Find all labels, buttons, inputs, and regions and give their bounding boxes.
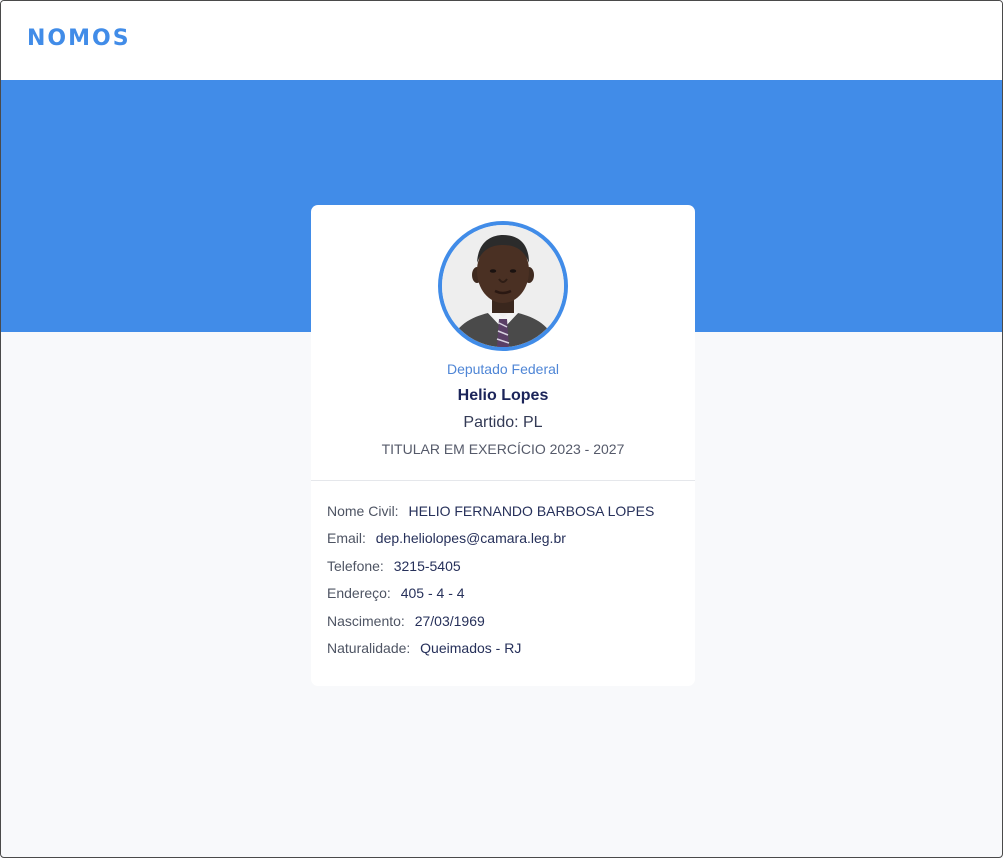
detail-row-birthplace: Naturalidade: Queimados - RJ (327, 640, 687, 667)
profile-card: Deputado Federal Helio Lopes Partido: PL… (311, 205, 695, 686)
detail-row-birth: Nascimento: 27/03/1969 (327, 613, 687, 640)
detail-row-phone: Telefone: 3215-5405 (327, 558, 687, 585)
app-logo[interactable]: NOMOS (27, 26, 131, 51)
detail-value: 405 - 4 - 4 (400, 585, 465, 602)
card-divider (311, 480, 695, 481)
detail-value: dep.heliolopes@camara.leg.br (375, 530, 566, 547)
profile-name: Helio Lopes (457, 387, 549, 404)
detail-row-civil-name: Nome Civil: HELIO FERNANDO BARBOSA LOPES (327, 503, 687, 530)
detail-label: Endereço: (327, 585, 391, 602)
person-portrait-image (442, 225, 564, 347)
detail-label: Email: (327, 530, 366, 547)
detail-value: Queimados - RJ (420, 639, 522, 656)
profile-photo (438, 221, 568, 351)
detail-label: Nascimento: (327, 612, 405, 629)
detail-row-email: Email: dep.heliolopes@camara.leg.br (327, 530, 687, 557)
detail-label: Nome Civil: (327, 503, 399, 519)
profile-details-list: Nome Civil: HELIO FERNANDO BARBOSA LOPES… (327, 503, 687, 667)
detail-value: 27/03/1969 (414, 612, 485, 629)
profile-role: Deputado Federal (446, 361, 560, 377)
detail-row-address: Endereço: 405 - 4 - 4 (327, 585, 687, 612)
detail-value: HELIO FERNANDO BARBOSA LOPES (408, 503, 655, 519)
detail-label: Naturalidade: (327, 639, 411, 656)
detail-value: 3215-5405 (393, 557, 461, 574)
profile-party: Partido: PL (463, 414, 543, 431)
profile-term: TITULAR EM EXERCÍCIO 2023 - 2027 (381, 441, 625, 457)
detail-label: Telefone: (327, 557, 384, 574)
top-navbar: NOMOS (1, 1, 1002, 80)
app-window: NOMOS Deputado Federal Helio Lopes Parti… (0, 0, 1003, 858)
